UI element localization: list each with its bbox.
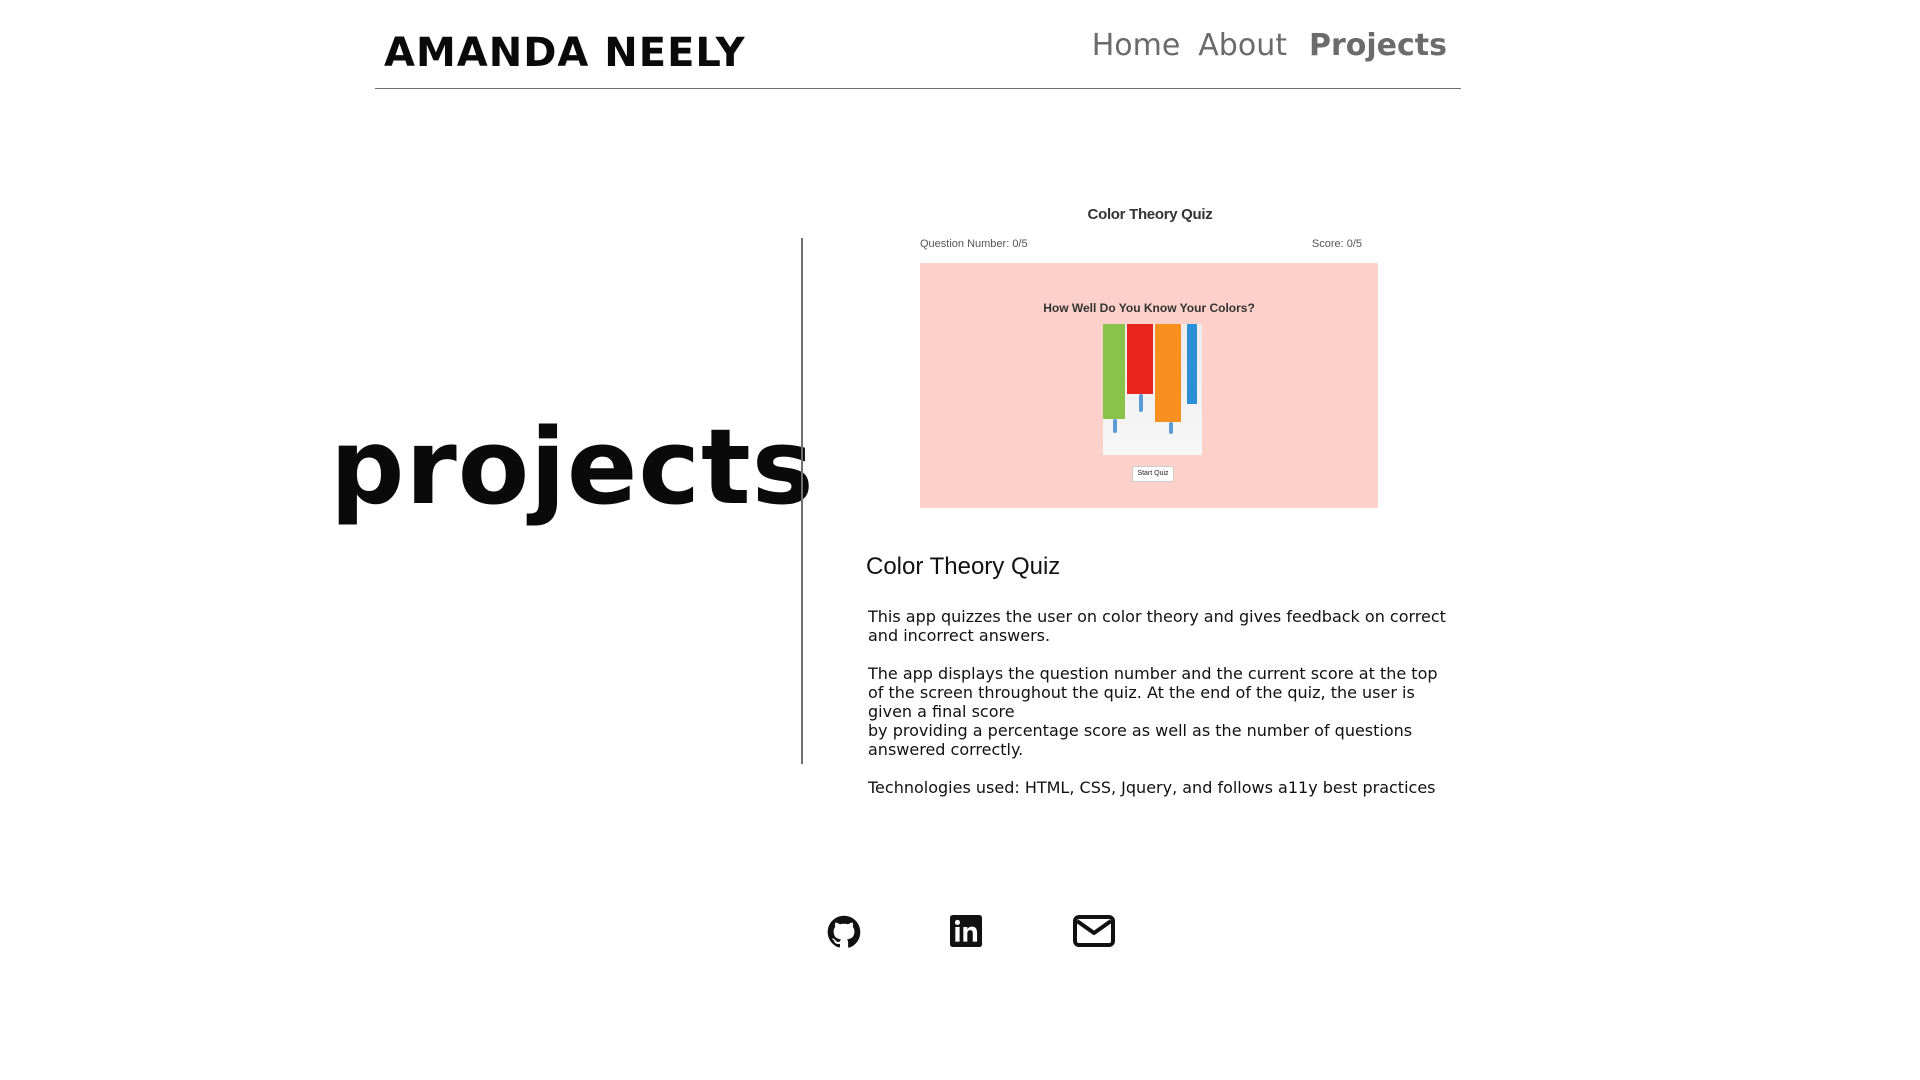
linkedin-icon[interactable] — [950, 915, 982, 947]
desc-line: of the screen throughout the quiz. At th… — [868, 683, 1415, 702]
paint-rollers-image — [1103, 324, 1202, 455]
vertical-divider — [801, 238, 803, 764]
desc-line: by providing a percentage score as well … — [868, 721, 1413, 740]
linkedin-icon-svg — [950, 915, 982, 947]
red-paint-stripe — [1127, 324, 1153, 394]
page-title: projects — [330, 406, 815, 528]
desc-line: answered correctly. — [868, 740, 1024, 759]
site-brand[interactable]: AMANDA NEELY — [384, 30, 746, 76]
paint-roller-handle — [1113, 419, 1117, 433]
project-details: The app displays the question number and… — [868, 664, 1468, 759]
desc-line: given a final score — [868, 702, 1015, 721]
github-icon[interactable] — [827, 915, 861, 949]
project-description: This app quizzes the user on color theor… — [868, 607, 1468, 816]
desc-line: The app displays the question number and… — [868, 664, 1438, 683]
screenshot-score: Score: 0/5 — [1311, 238, 1362, 250]
desc-line: This app quizzes the user on color theor… — [868, 607, 1446, 626]
desc-line: and incorrect answers. — [868, 626, 1051, 645]
main-nav: Home About Projects — [1092, 28, 1447, 63]
nav-projects[interactable]: Projects — [1309, 28, 1447, 63]
project-technologies: Technologies used: HTML, CSS, Jquery, an… — [868, 778, 1436, 797]
header-divider — [375, 88, 1461, 89]
project-screenshot[interactable]: Color Theory Quiz Question Number: 0/5 S… — [910, 200, 1390, 516]
paint-roller-handle — [1169, 422, 1173, 434]
project-summary: This app quizzes the user on color theor… — [868, 607, 1468, 645]
paint-roller-handle — [1139, 394, 1143, 412]
page: AMANDA NEELY Home About Projects project… — [0, 0, 1920, 1080]
screenshot-quiz-card: How Well Do You Know Your Colors? Start … — [920, 263, 1378, 508]
project-title: Color Theory Quiz — [866, 553, 1061, 580]
screenshot-question-number: Question Number: 0/5 — [920, 238, 1028, 250]
orange-paint-stripe — [1155, 324, 1181, 422]
nav-about[interactable]: About — [1198, 28, 1287, 63]
screenshot-title: Color Theory Quiz — [1087, 206, 1213, 223]
screenshot-question: How Well Do You Know Your Colors? — [1043, 301, 1255, 315]
mail-icon[interactable] — [1073, 915, 1115, 947]
green-paint-stripe — [1103, 324, 1125, 419]
screenshot-start-button: Start Quiz — [1132, 466, 1174, 482]
github-icon-svg — [827, 915, 861, 948]
blue-paint-stripe — [1187, 324, 1197, 404]
nav-home[interactable]: Home — [1092, 28, 1181, 63]
mail-icon-svg — [1073, 915, 1115, 947]
